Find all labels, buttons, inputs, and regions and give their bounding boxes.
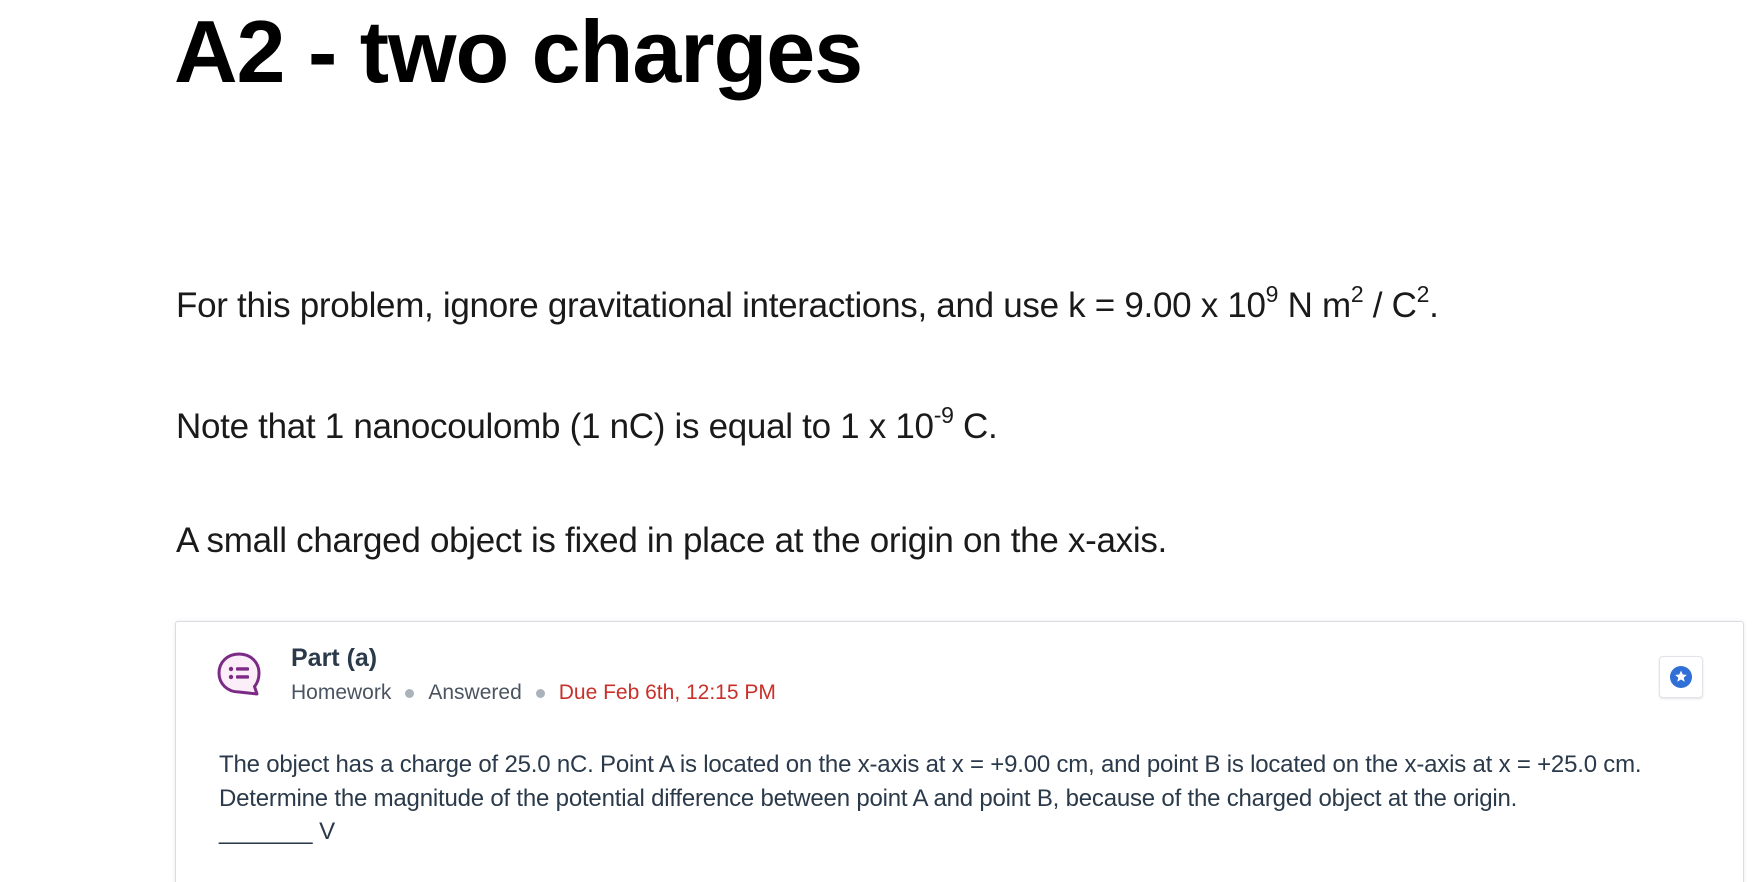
answer-blank[interactable]: _______ (219, 818, 312, 845)
intro-text-1: For this problem, ignore gravitational i… (176, 286, 1266, 325)
due-date: Due Feb 6th, 12:15 PM (558, 681, 776, 704)
intro-text-2: Note that 1 nanocoulomb (1 nC) is equal … (176, 407, 934, 446)
page: A2 - two charges For this problem, ignor… (0, 0, 1757, 882)
exponent-neg9: -9 (933, 402, 954, 429)
intro-end-1: . (1429, 286, 1439, 325)
exponent-9: 9 (1265, 281, 1279, 308)
page-title: A2 - two charges (174, 2, 863, 101)
part-type: Homework (291, 681, 392, 704)
separator-dot (405, 688, 415, 698)
part-meta: Homework Answered Due Feb 6th, 12:15 PM (291, 679, 776, 707)
part-status: Answered (428, 681, 522, 704)
exponent-m2: 2 (1350, 281, 1364, 308)
unit-nm: N m (1278, 286, 1352, 325)
intro-paragraph-setup: A small charged object is fixed in place… (176, 521, 1167, 560)
part-title: Part (a) (291, 644, 378, 672)
separator-dot (535, 688, 545, 698)
part-card: Part (a) Homework Answered Due Feb 6th, … (175, 621, 1744, 882)
intro-paragraph-nanocoulomb: Note that 1 nanocoulomb (1 nC) is equal … (176, 402, 998, 449)
unit-c: / C (1363, 286, 1417, 325)
question-text: The object has a charge of 25.0 nC. Poin… (219, 751, 1642, 812)
favorite-button[interactable] (1659, 656, 1703, 698)
intro-end-2: C. (953, 407, 998, 446)
star-badge-icon (1670, 666, 1692, 688)
question-bubble-icon (217, 652, 261, 696)
exponent-c2: 2 (1416, 281, 1430, 308)
intro-paragraph-constants: For this problem, ignore gravitational i… (176, 281, 1439, 328)
answer-blank-line[interactable]: _______ V (219, 815, 335, 849)
answer-unit: V (312, 818, 336, 845)
